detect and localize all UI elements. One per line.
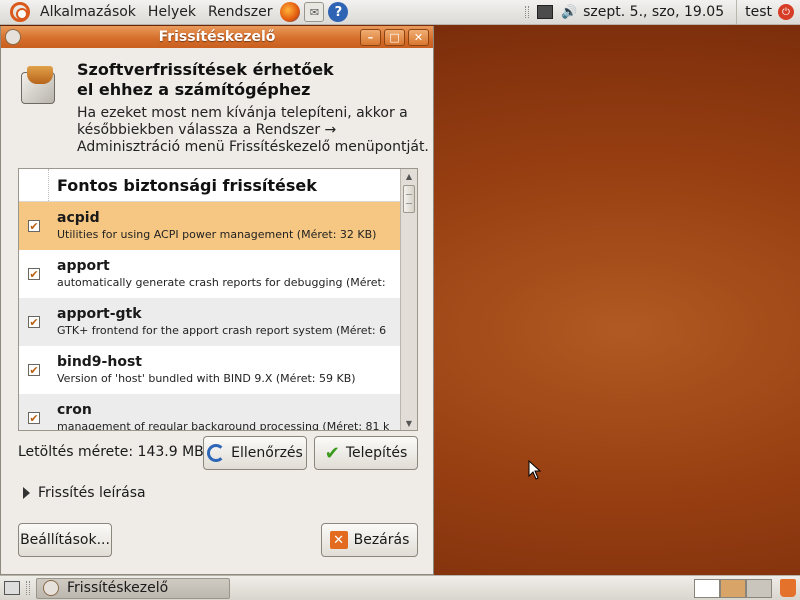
taskbar-button-update-manager[interactable]: Frissítéskezelő — [36, 577, 230, 599]
package-description: Utilities for using ACPI power managemen… — [57, 228, 377, 241]
list-item[interactable]: ✔ bind9-host Version of 'host' bundled w… — [19, 346, 417, 394]
firefox-icon[interactable] — [280, 2, 301, 22]
install-button-label: Telepítés — [345, 445, 408, 461]
package-name: acpid — [57, 210, 100, 226]
network-icon[interactable] — [536, 5, 553, 19]
close-button[interactable]: ✕ Bezárás — [321, 523, 418, 557]
scroll-down-icon[interactable]: ▼ — [401, 416, 417, 430]
window-titlebar[interactable]: Frissítéskezelő – □ ✕ — [1, 26, 433, 48]
trash-icon[interactable] — [780, 579, 796, 597]
package-description: Version of 'host' bundled with BIND 9.X … — [57, 372, 356, 385]
workspace-switcher[interactable] — [694, 578, 772, 598]
refresh-icon — [207, 444, 226, 462]
mouse-cursor-icon — [528, 460, 542, 480]
maximize-button[interactable]: □ — [384, 28, 405, 46]
update-checkbox[interactable]: ✔ — [28, 220, 40, 233]
list-item[interactable]: ✔ apport-gtk GTK+ frontend for the appor… — [19, 298, 417, 346]
mail-icon[interactable]: ✉ — [304, 2, 325, 22]
workspace-3[interactable] — [746, 578, 772, 598]
panel-divider — [736, 0, 738, 25]
checkmark-icon: ✔ — [324, 442, 340, 464]
check-button[interactable]: Ellenőrzés — [203, 436, 307, 470]
list-item[interactable]: ✔ apport automatically generate crash re… — [19, 250, 417, 298]
package-name: apport — [57, 258, 110, 274]
software-update-icon — [17, 66, 63, 110]
taskbar-label: Frissítéskezelő — [67, 580, 169, 596]
scroll-thumb[interactable] — [403, 185, 415, 213]
expander-label: Frissítés leírása — [38, 485, 146, 501]
package-name: apport-gtk — [57, 306, 142, 322]
close-icon: ✕ — [329, 531, 348, 549]
bottom-panel: Frissítéskezelő — [0, 575, 800, 600]
package-description: GTK+ frontend for the apport crash repor… — [57, 324, 387, 337]
menu-system[interactable]: Rendszer — [202, 4, 278, 20]
close-button-label: Bezárás — [353, 532, 410, 548]
expander-arrow-icon — [23, 487, 30, 499]
heading-line-2: el ehhez a számítógéphez — [77, 80, 311, 99]
update-checkbox[interactable]: ✔ — [28, 364, 40, 377]
settings-button-label: Beállítások... — [20, 532, 110, 548]
update-manager-window: Frissítéskezelő – □ ✕ Szoftverfrissítése… — [0, 26, 434, 575]
check-button-label: Ellenőrzés — [231, 445, 303, 461]
top-panel: Alkalmazások Helyek Rendszer ✉ ? 🔊 szept… — [0, 0, 800, 25]
download-size-label: Letöltés mérete: 143.9 MB — [18, 444, 204, 460]
update-manager-task-icon — [43, 580, 59, 596]
show-desktop-icon[interactable] — [4, 581, 20, 595]
list-item[interactable]: ✔ acpid Utilities for using ACPI power m… — [19, 202, 417, 250]
updates-list[interactable]: Fontos biztonsági frissítések ✔ acpid Ut… — [18, 168, 418, 431]
install-button[interactable]: ✔ Telepítés — [314, 436, 418, 470]
scroll-up-icon[interactable]: ▲ — [401, 169, 417, 183]
info-line-3: Adminisztráció menü Frissítéskezelő menü… — [77, 139, 429, 155]
section-title: Fontos biztonsági frissítések — [57, 175, 317, 195]
info-line-2: későbbiekben válassza a Rendszer → — [77, 122, 337, 138]
user-menu[interactable]: test — [741, 4, 776, 20]
settings-button[interactable]: Beállítások... — [18, 523, 112, 557]
tasklist-handle — [26, 581, 30, 595]
list-scrollbar[interactable]: ▲ ▼ — [400, 169, 417, 430]
header: Szoftverfrissítések érhetőek el ehhez a … — [1, 48, 433, 156]
package-description: management of regular background process… — [57, 420, 390, 431]
clock[interactable]: szept. 5., szo, 19.05 — [581, 4, 732, 20]
list-item[interactable]: ✔ cron management of regular background … — [19, 394, 417, 431]
description-expander[interactable]: Frissítés leírása — [23, 485, 146, 501]
menu-applications[interactable]: Alkalmazások — [34, 4, 142, 20]
update-checkbox[interactable]: ✔ — [28, 412, 40, 425]
package-name: cron — [57, 402, 92, 418]
power-icon[interactable]: ⏻ — [778, 4, 794, 20]
volume-icon[interactable]: 🔊 — [561, 5, 577, 20]
close-window-button[interactable]: ✕ — [408, 28, 429, 46]
heading-line-1: Szoftverfrissítések érhetőek — [77, 60, 334, 79]
workspace-2[interactable] — [720, 578, 746, 598]
minimize-button[interactable]: – — [360, 28, 381, 46]
info-line-1: Ha ezeket most nem kívánja telepíteni, a… — [77, 105, 408, 121]
tray-handle — [524, 6, 529, 18]
workspace-1[interactable] — [694, 578, 720, 598]
update-checkbox[interactable]: ✔ — [28, 268, 40, 281]
package-description: automatically generate crash reports for… — [57, 276, 386, 289]
update-checkbox[interactable]: ✔ — [28, 316, 40, 329]
help-icon[interactable]: ? — [328, 2, 349, 22]
list-section-header: Fontos biztonsági frissítések — [19, 169, 417, 202]
package-name: bind9-host — [57, 354, 142, 370]
ubuntu-logo-icon[interactable] — [10, 2, 30, 22]
menu-places[interactable]: Helyek — [142, 4, 202, 20]
